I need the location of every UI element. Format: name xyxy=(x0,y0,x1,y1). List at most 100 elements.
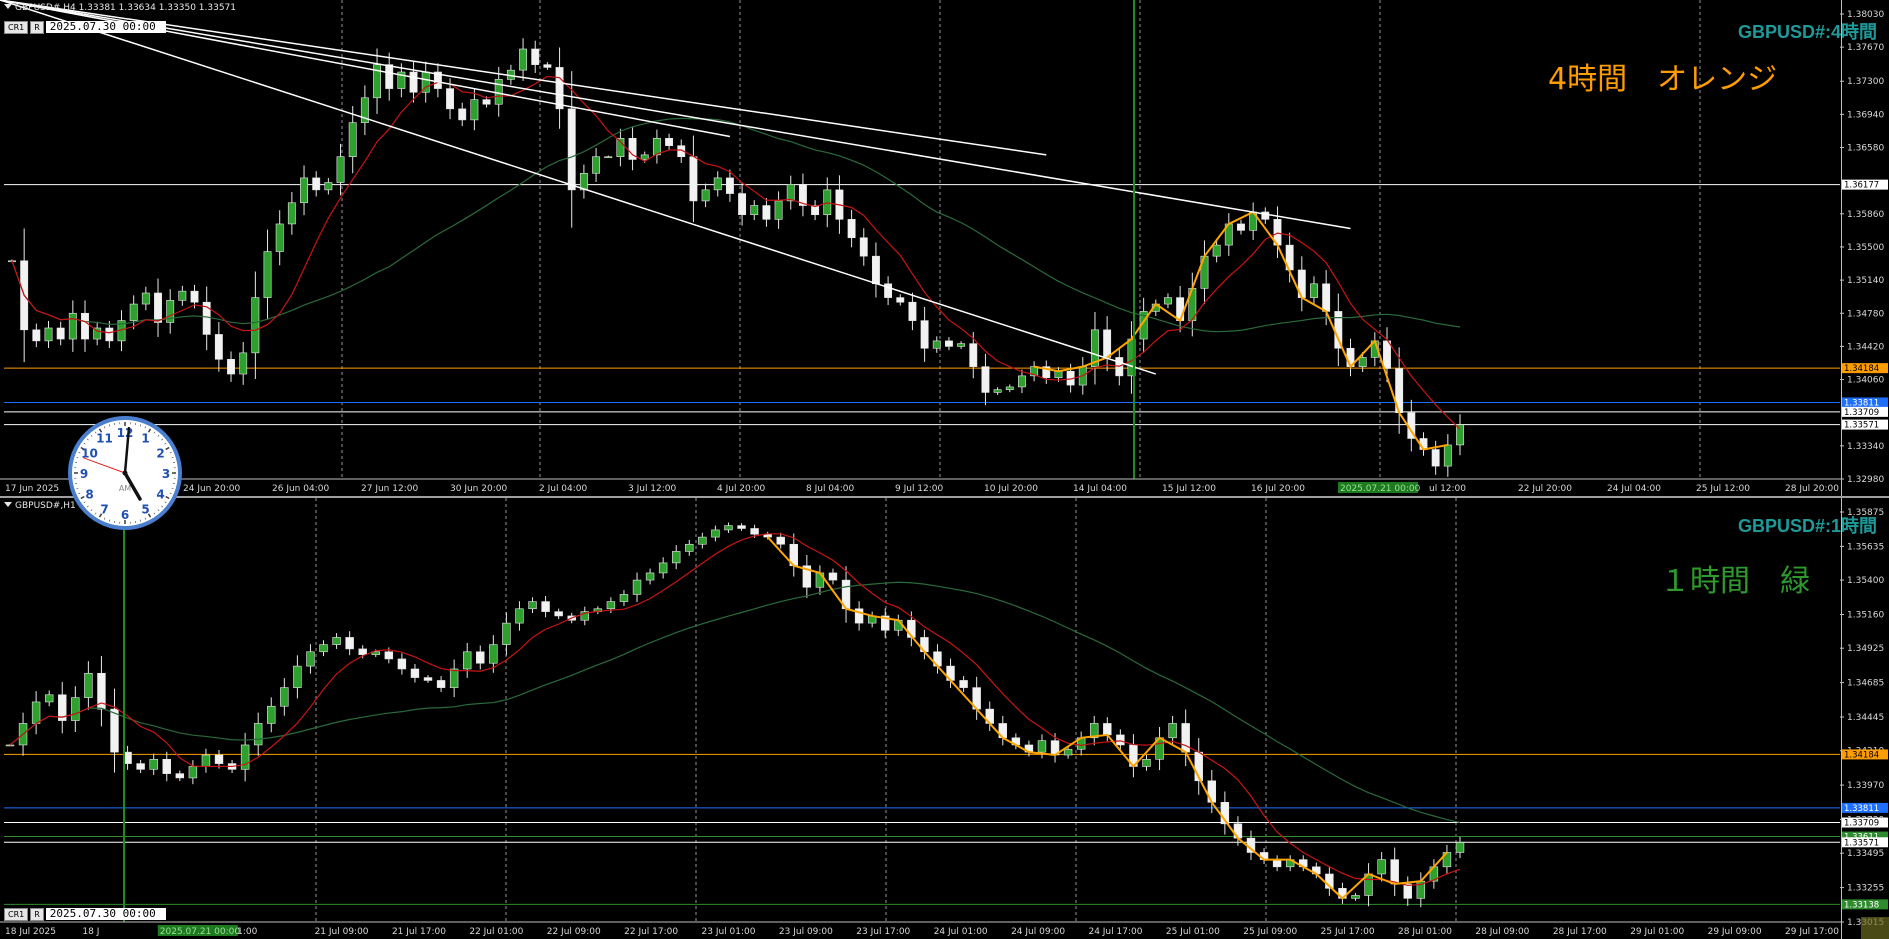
time-tick-label: 23 Jul 17:00 xyxy=(856,927,910,937)
candle-body xyxy=(1116,734,1125,746)
datetime-field[interactable]: 2025.07.30 00:00 xyxy=(45,21,166,33)
candle-body xyxy=(908,301,917,321)
candle-body xyxy=(384,651,394,660)
candle-body xyxy=(178,290,187,301)
candle-body xyxy=(541,601,550,612)
time-tick-label: 28 Jul 01:00 xyxy=(1398,927,1452,937)
candle-body xyxy=(640,154,649,160)
cr1-button[interactable]: CR1 xyxy=(4,907,29,921)
price-tick-label: 1.34445 xyxy=(1847,713,1884,723)
candle-body xyxy=(175,773,185,779)
price-tick-label: 1.34060 xyxy=(1847,376,1884,386)
candle-body xyxy=(619,594,629,602)
candle-body xyxy=(306,651,315,667)
h4-chart-pane[interactable]: 1.38030 1.37670 1.37300 1.36940 1.36580 1.358… xyxy=(0,0,1889,496)
h1-chart-pane[interactable]: 1.35875 1.35635 1.35400 1.35160 1.34925 1.346… xyxy=(0,498,1889,939)
candle-body xyxy=(1176,297,1185,321)
time-tick-label: 28 Jul 20:00 xyxy=(1785,484,1839,494)
candle-body xyxy=(1390,859,1399,885)
candle-body xyxy=(410,668,420,678)
candle-body xyxy=(81,312,89,340)
dropdown-triangle-icon[interactable] xyxy=(4,502,12,507)
clock-number: 3 xyxy=(162,467,170,481)
candle-body xyxy=(859,237,868,257)
price-tick-label: 1.34925 xyxy=(1847,644,1884,654)
candle-body xyxy=(828,572,838,581)
price-mark-label: 1.33138 xyxy=(1844,900,1879,910)
candle-body xyxy=(31,701,41,724)
candle-body xyxy=(665,138,674,146)
candle-body xyxy=(324,182,333,191)
candle-body xyxy=(494,79,503,105)
candle-body xyxy=(1358,357,1367,367)
candle-body xyxy=(470,99,479,121)
time-tick-label: 22 Jul 09:00 xyxy=(547,927,601,937)
candle-body xyxy=(227,358,235,375)
clock-number: 8 xyxy=(85,488,93,502)
candle-body xyxy=(1403,883,1412,899)
datetime-field[interactable]: 2025.07.30 00:00 xyxy=(45,908,166,920)
price-tick-label: 1.35635 xyxy=(1847,542,1884,552)
candle-body xyxy=(1431,449,1440,467)
price-tick-label: 1.33340 xyxy=(1847,442,1884,452)
time-tick-label: 28 Jul 17:00 xyxy=(1553,927,1607,937)
time-tick-label: 22 Jul 17:00 xyxy=(624,927,678,937)
candle-body xyxy=(68,312,77,340)
candle-body xyxy=(275,223,284,252)
candle-body xyxy=(385,64,394,89)
price-mark-label: 1.33709 xyxy=(1844,819,1879,829)
candle-body xyxy=(711,529,720,538)
h4-toolbar: CR1 R 2025.07.30 00:00 xyxy=(4,20,166,34)
h4-symbol-tag: GBPUSD#:4時間 xyxy=(1737,22,1877,42)
candle-body xyxy=(724,525,733,531)
candle-body xyxy=(129,303,138,321)
price-tick-label: 1.35500 xyxy=(1847,243,1884,253)
candle-body xyxy=(606,601,616,610)
candle-body xyxy=(592,156,601,174)
price-tick-label: 1.34780 xyxy=(1847,309,1884,319)
price-tick-label: 1.35860 xyxy=(1847,210,1884,220)
candle-body xyxy=(658,562,668,574)
candle-body xyxy=(750,528,759,535)
candle-body xyxy=(531,48,540,65)
candle-body xyxy=(981,366,990,393)
time-tick-label: 29 Jul 09:00 xyxy=(1708,927,1762,937)
dropdown-triangle-icon[interactable] xyxy=(4,4,12,9)
candle-body xyxy=(1443,444,1452,467)
h1-plot-area[interactable]: 1.358751.356351.354001.351601.349251.346… xyxy=(0,498,1889,939)
candle-body xyxy=(263,251,272,298)
candle-body xyxy=(345,637,354,650)
candle-body xyxy=(251,297,260,354)
candle-body xyxy=(1212,244,1221,257)
candle-body xyxy=(336,156,345,183)
candle-body xyxy=(932,340,941,349)
candle-body xyxy=(44,327,53,342)
time-tick-label: 21 Jul 17:00 xyxy=(392,927,446,937)
time-tick-label: 9 Jul 12:00 xyxy=(895,484,944,494)
candle-body xyxy=(652,138,661,156)
candle-body xyxy=(632,579,642,595)
candle-body xyxy=(944,340,953,347)
r-button[interactable]: R xyxy=(30,907,44,921)
h1-symbol-tag: GBPUSD#:1時間 xyxy=(1737,516,1877,536)
price-mark-label: 1.33571 xyxy=(1844,421,1879,431)
clock-number: 4 xyxy=(156,488,164,502)
candle-body xyxy=(332,637,341,645)
cr1-button[interactable]: CR1 xyxy=(4,20,29,34)
candle-body xyxy=(502,622,511,645)
r-button[interactable]: R xyxy=(30,20,44,34)
time-tick-label: 25 Jul 09:00 xyxy=(1243,927,1297,937)
candle-body xyxy=(105,327,114,342)
candle-body xyxy=(725,177,734,194)
candle-body xyxy=(519,48,528,71)
candle-body xyxy=(1037,740,1047,753)
time-tick-label: 26 Jun 04:00 xyxy=(272,484,329,494)
candle-body xyxy=(280,687,289,707)
price-tick-label: 1.32980 xyxy=(1847,475,1884,485)
candle-body xyxy=(698,536,707,545)
candle-body xyxy=(1455,842,1465,853)
price-mark-label: 1.36177 xyxy=(1844,181,1879,191)
candle-body xyxy=(141,292,150,305)
candle-body xyxy=(1456,424,1464,446)
candle-body xyxy=(957,343,966,347)
